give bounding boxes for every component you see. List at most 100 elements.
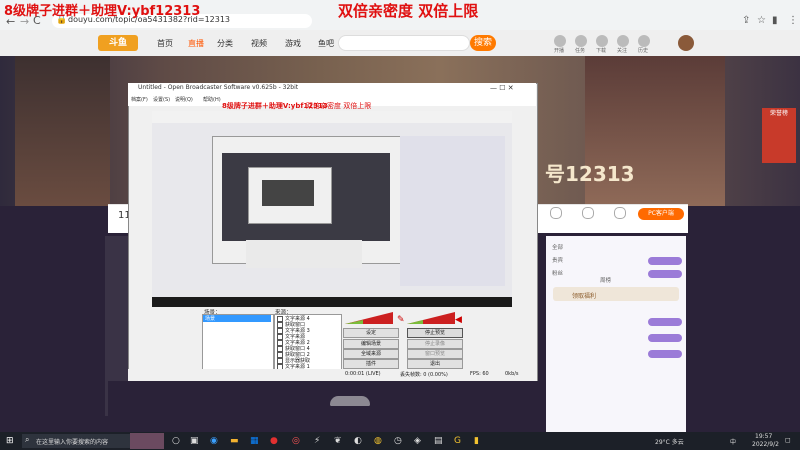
exit-button[interactable]: 退出 [407, 359, 463, 369]
task-icon[interactable] [575, 35, 587, 47]
preview-nested-controls [246, 240, 362, 268]
avatar[interactable] [678, 35, 694, 51]
clock-time[interactable]: 19:57 [755, 433, 772, 440]
video-area-bottom [108, 381, 546, 432]
extensions-icon[interactable]: ▮ [772, 15, 778, 26]
notes-icon[interactable]: ▤ [434, 436, 443, 446]
download-label: 下载 [596, 48, 607, 54]
obs-overlay-text-right: 双倍亲密度 双倍上限 [306, 102, 372, 110]
broadcast-icon[interactable] [554, 35, 566, 47]
bitrate-readout: 0kb/s [505, 371, 519, 377]
chat-badge [648, 270, 682, 278]
stop-preview-button[interactable]: 停止预览 [407, 328, 463, 338]
ime-indicator[interactable]: 中 [730, 437, 736, 446]
fps-readout: FPS: 60 [470, 371, 489, 377]
welfare-label: 领取福利 [572, 293, 597, 300]
clock-app-icon[interactable]: ◷ [394, 436, 402, 446]
follow-label: 关注 [617, 48, 628, 54]
nav-category[interactable]: 分类 [217, 38, 233, 49]
left-gutter [0, 232, 108, 432]
explorer-icon[interactable]: ▬ [230, 436, 239, 446]
nav-yuba[interactable]: 鱼吧 [318, 38, 334, 49]
scene-item[interactable]: 场景 [205, 315, 215, 322]
history-label: 历史 [638, 48, 649, 54]
edit-scene-button[interactable]: 编辑场景 [343, 339, 399, 349]
global-sources-button[interactable]: 全域来源 [343, 349, 399, 359]
leaf-icon[interactable]: ❦ [334, 436, 342, 446]
clock-icon[interactable] [582, 207, 594, 219]
taskview-grid-icon[interactable]: ▣ [190, 436, 199, 446]
site-search-button[interactable]: 搜索 [470, 35, 496, 51]
task-label: 任务 [575, 48, 586, 54]
stream-time: 0:00:01 (LIVE) [345, 371, 381, 377]
menu-help[interactable]: 帮助(H) [203, 96, 221, 103]
nav-live[interactable]: 直播 [188, 38, 204, 49]
window-preview-button[interactable]: 窗口预览 [407, 349, 463, 359]
mic-icon[interactable]: ✎ [397, 315, 405, 325]
search-icon: ⌕ [25, 435, 30, 444]
menu-icon[interactable]: ⋮ [788, 15, 798, 26]
download-icon[interactable] [596, 35, 608, 47]
share-icon[interactable]: ⇪ [742, 15, 750, 26]
menu-settings[interactable]: 设置(S) [153, 96, 170, 103]
netease-icon[interactable]: ◎ [292, 436, 300, 446]
stream-overlay-text-right: 双倍亲密度 双倍上限 [338, 2, 479, 20]
dropped-frames: 丢失帧数: 0 (0.00%) [400, 372, 448, 378]
game-icon[interactable]: G [454, 436, 461, 446]
site-logo[interactable]: 斗鱼 [98, 35, 138, 51]
nav-video[interactable]: 视频 [251, 38, 267, 49]
settings-button[interactable]: 设定 [343, 328, 399, 338]
site-search-input[interactable] [338, 35, 470, 51]
speaker-icon[interactable]: ◀ [455, 315, 462, 325]
obs-title: Untitled - Open Broadcaster Software v0.… [138, 84, 299, 91]
background-bird [330, 396, 370, 406]
follow-icon[interactable] [617, 35, 629, 47]
nav-home[interactable]: 首页 [157, 38, 173, 49]
notification-icon[interactable]: ◻ [785, 436, 791, 444]
honor-badge[interactable]: 荣誉榜 [762, 108, 796, 163]
obs-icon[interactable]: ◐ [354, 436, 362, 446]
preview-nested-screen-2 [262, 180, 314, 206]
weather-widget[interactable]: 29°C 多云 [655, 437, 684, 446]
stream-overlay-text-left: 8级牌子进群＋助理V:ybf12313 [4, 4, 201, 19]
store-icon[interactable]: ▦ [250, 436, 259, 446]
chat-panel-bottom [546, 381, 686, 432]
menu-file[interactable]: 档案(F) [131, 96, 148, 103]
taskbar-thumbnail[interactable] [130, 433, 164, 449]
nav-games[interactable]: 游戏 [285, 38, 301, 49]
nvidia-icon[interactable]: ◈ [414, 436, 421, 446]
chrome-icon[interactable]: ◍ [374, 436, 382, 446]
chat-badge [648, 318, 682, 326]
menu-explain[interactable]: 说明(Q) [175, 96, 193, 103]
preview-taskbar [152, 297, 512, 307]
start-button[interactable]: ⊞ [6, 436, 14, 446]
chat-tab-vip[interactable]: 贵宾 [552, 256, 563, 264]
plugins-button[interactable]: 插件 [343, 359, 399, 369]
chat-tab-weekly[interactable]: 周榜 [600, 276, 611, 284]
pc-client-badge[interactable]: PC客户端 [638, 208, 684, 220]
clock-date[interactable]: 2022/9/2 [752, 441, 779, 448]
banner-room-number: 号12313 [545, 162, 635, 186]
chat-badge [648, 334, 682, 342]
desktop-meter-level [407, 320, 423, 324]
bookmark-icon[interactable]: ☆ [757, 15, 766, 26]
app-icon[interactable]: ● [270, 436, 278, 446]
edge-icon[interactable]: ◉ [210, 436, 218, 446]
banner-character-left [15, 56, 110, 206]
diamond-icon[interactable] [550, 207, 562, 219]
task-view-icon[interactable]: ○ [172, 436, 180, 446]
chat-badge [648, 350, 682, 358]
window-controls[interactable]: — ☐ ✕ [490, 84, 514, 92]
chat-tab-all[interactable]: 全部 [552, 243, 563, 251]
stop-record-button[interactable]: 停止录像 [407, 339, 463, 349]
audio-meters[interactable]: ✎ ◀ [343, 308, 465, 326]
bar-chart-icon[interactable]: ▮ [474, 436, 479, 446]
preview-side-panel [400, 136, 505, 286]
chat-tab-fans[interactable]: 粉丝 [552, 269, 563, 277]
chat-badge [648, 257, 682, 265]
gift-icon[interactable] [614, 207, 626, 219]
scenes-list[interactable] [202, 314, 274, 370]
history-icon[interactable] [638, 35, 650, 47]
mic-meter [345, 312, 393, 324]
lightning-icon[interactable]: ⚡ [314, 436, 320, 446]
